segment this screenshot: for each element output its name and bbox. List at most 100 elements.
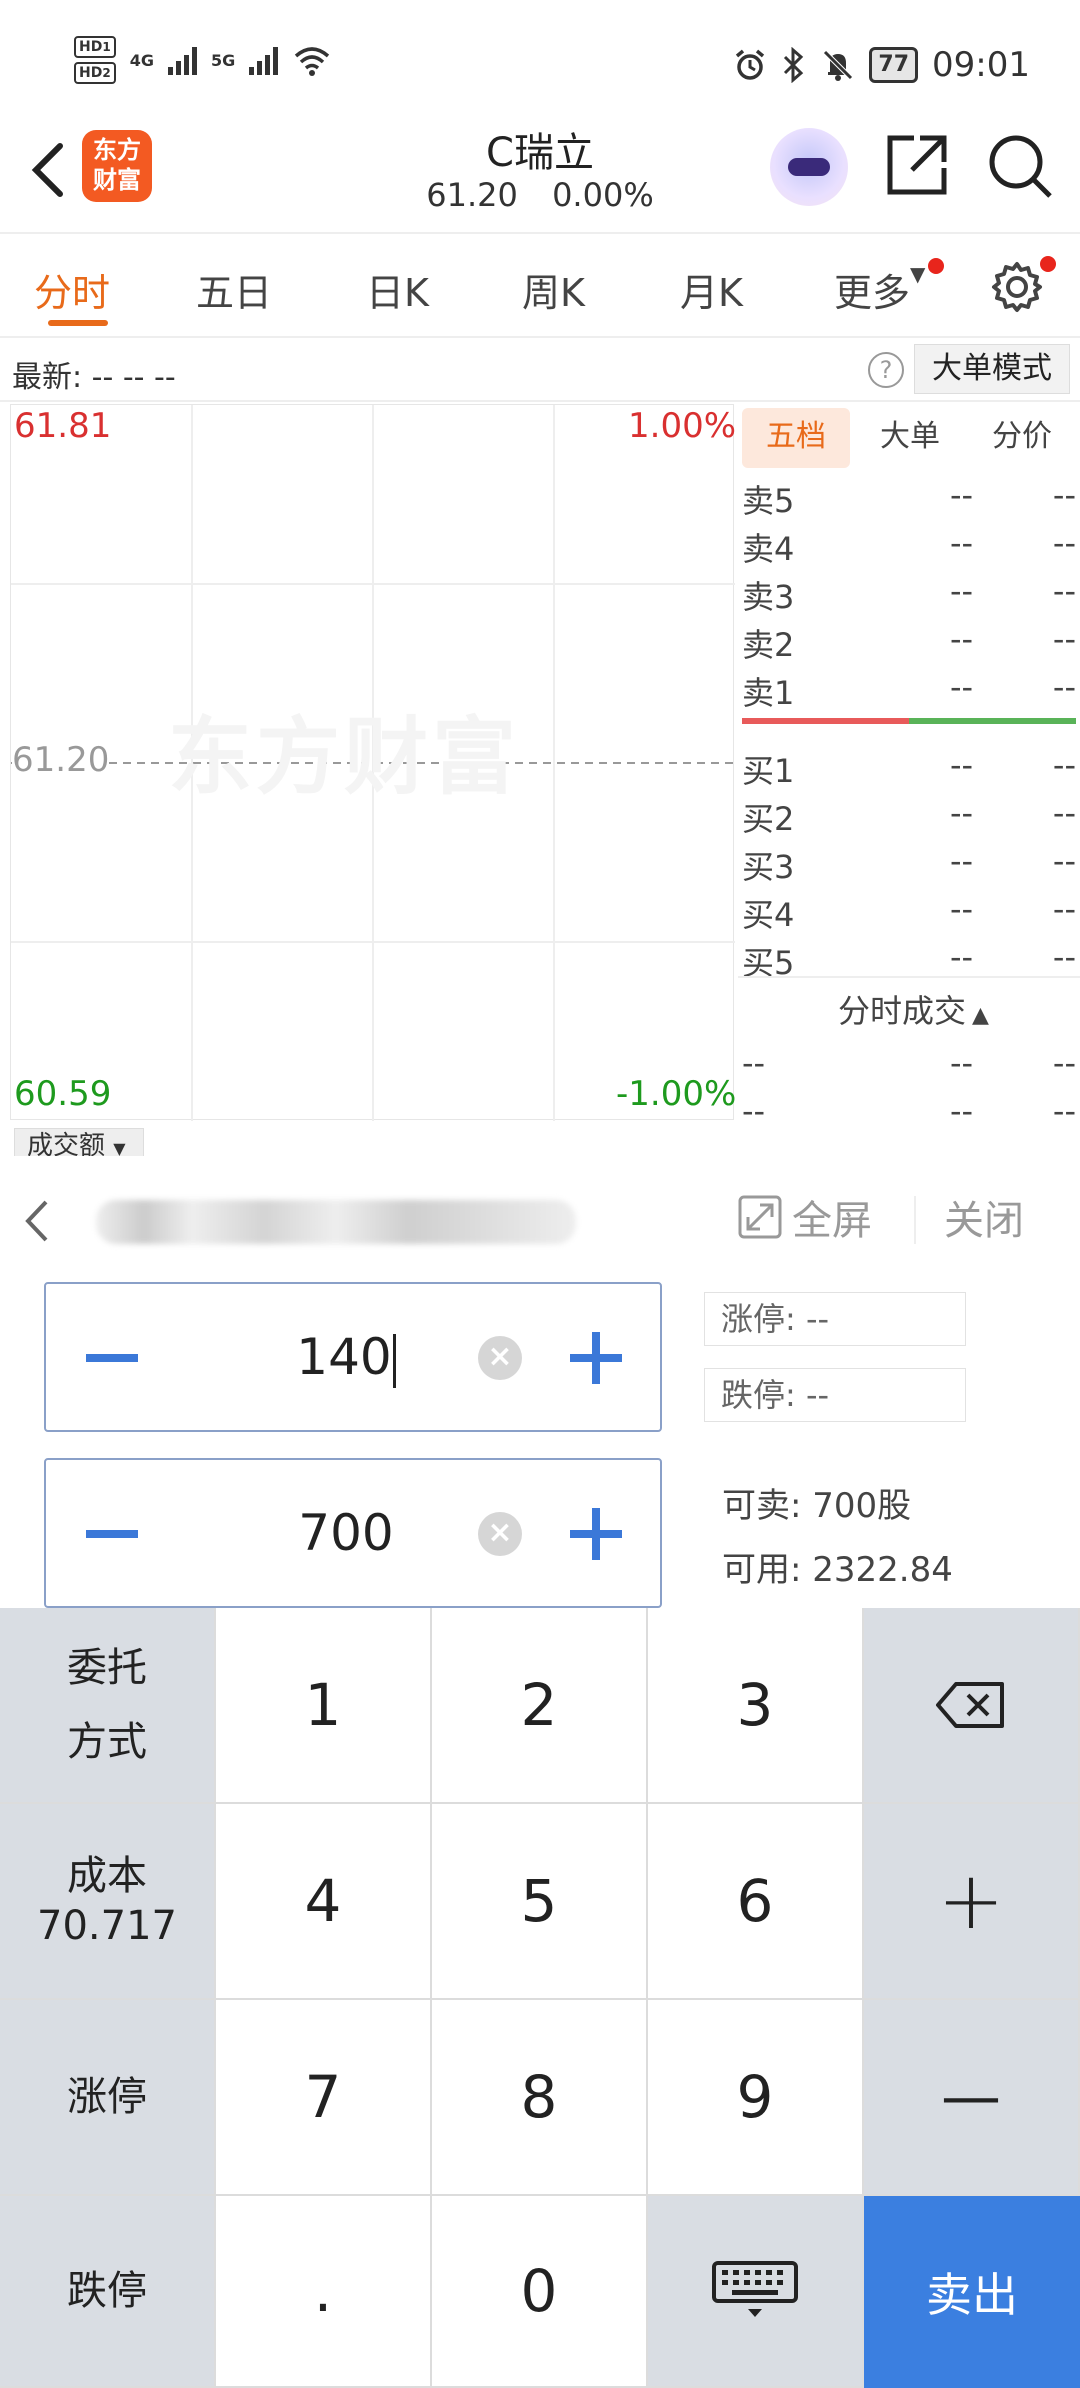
trade-keypad: 委托 方式 1 2 3 成本 70.717 4 5 6 + 涨停 7 8 9 —…: [0, 1608, 1080, 2388]
trade-panel: 全屏 关闭 140 × 700 × 涨停: -- 跌停: -- 可卖: 700股…: [0, 1156, 1080, 1608]
chart-low-price: 60.59: [14, 1074, 112, 1114]
tab-five-day[interactable]: 五日: [196, 262, 272, 317]
backspace-icon: [936, 1682, 1004, 1728]
limit-down-key[interactable]: 跌停: [0, 2196, 216, 2388]
battery-icon: 77: [869, 47, 919, 83]
backspace-key[interactable]: [864, 1608, 1080, 1804]
intraday-trades-toggle[interactable]: 分时成交 ▲: [838, 986, 989, 1032]
cost-key[interactable]: 成本 70.717: [0, 1804, 216, 2000]
panel-divider: [914, 1196, 916, 1244]
available-funds: 可用: 2322.84: [722, 1550, 953, 1590]
back-icon[interactable]: [20, 130, 80, 210]
key-8[interactable]: 8: [432, 2000, 648, 2196]
status-left: HD1 HD2 4G 5G: [74, 32, 332, 88]
bid-ask-divider: [742, 718, 1076, 724]
more-notification-dot: [928, 258, 944, 274]
text-cursor: [392, 1333, 396, 1388]
clear-quantity-icon[interactable]: ×: [478, 1512, 522, 1556]
limit-up-key[interactable]: 涨停: [0, 2000, 216, 2196]
assistant-robot-icon[interactable]: [770, 128, 848, 206]
stock-price: 61.20: [426, 176, 518, 214]
chart-high-price: 61.81: [14, 406, 112, 446]
chart-high-pct: 1.00%: [628, 406, 737, 446]
clock: 09:01: [932, 45, 1030, 85]
key-3[interactable]: 3: [648, 1608, 864, 1804]
chart-low-pct: -1.00%: [616, 1074, 737, 1114]
signal-icon-2: [249, 45, 279, 75]
limit-down-price[interactable]: 跌停: --: [704, 1368, 966, 1422]
sell-row: 卖5 -- --: [742, 476, 1076, 520]
key-decimal[interactable]: .: [216, 2196, 432, 2388]
close-button[interactable]: 关闭: [944, 1188, 1024, 1246]
network-type-1: 4G: [129, 50, 154, 70]
sell-row: 卖1 -- --: [742, 668, 1076, 712]
tab-monthly-k[interactable]: 月K: [680, 262, 743, 317]
order-book-tabs: 五档 大单 分价: [742, 408, 1078, 468]
key-4[interactable]: 4: [216, 1804, 432, 2000]
sell-button[interactable]: 卖出: [864, 2196, 1080, 2388]
app-logo: 东方 财富: [82, 130, 152, 202]
stock-quote: 61.20 0.00%: [370, 176, 710, 214]
key-1[interactable]: 1: [216, 1608, 432, 1804]
hd2-badge: HD2: [74, 62, 116, 84]
help-icon[interactable]: ?: [868, 352, 904, 388]
sell-row: 卖2 -- --: [742, 620, 1076, 664]
keyboard-icon: [712, 2261, 798, 2317]
ob-tab-price-dist[interactable]: 分价: [968, 408, 1076, 468]
chart-mid-price: 61.20: [12, 740, 110, 780]
sellable-shares: 可卖: 700股: [722, 1486, 912, 1526]
key-0[interactable]: 0: [432, 2196, 648, 2388]
latest-value: 最新: -- -- --: [12, 360, 176, 395]
settings-notification-dot: [1040, 256, 1056, 272]
network-type-2: 5G: [210, 50, 236, 70]
hide-keyboard-key[interactable]: [648, 2196, 864, 2388]
price-minus-button[interactable]: [86, 1354, 138, 1362]
quantity-input[interactable]: 700: [246, 1504, 446, 1562]
plus-key[interactable]: +: [864, 1804, 1080, 2000]
buy-row: 买4 -- --: [742, 890, 1076, 934]
blurred-account-info: [96, 1200, 576, 1244]
key-5[interactable]: 5: [432, 1804, 648, 2000]
sell-row: 卖4 -- --: [742, 524, 1076, 568]
caret-up-icon: ▲: [972, 1003, 989, 1028]
big-order-mode-button[interactable]: 大单模式: [914, 344, 1070, 394]
key-7[interactable]: 7: [216, 2000, 432, 2196]
search-icon[interactable]: [986, 132, 1054, 200]
minus-key[interactable]: —: [864, 2000, 1080, 2196]
quantity-minus-button[interactable]: [86, 1530, 138, 1538]
tab-more[interactable]: 更多▼: [834, 262, 925, 317]
watermark: 东方财富: [168, 708, 521, 806]
period-tabs: 分时 五日 日K 周K 月K 更多▼: [0, 232, 1080, 338]
tab-weekly-k[interactable]: 周K: [522, 262, 585, 317]
key-6[interactable]: 6: [648, 1804, 864, 2000]
wifi-icon: [295, 47, 330, 76]
hd1-badge: HD1: [74, 36, 116, 58]
key-2[interactable]: 2: [432, 1608, 648, 1804]
trade-row: -- -- --: [742, 1044, 1076, 1082]
clear-price-icon[interactable]: ×: [478, 1336, 522, 1380]
price-input[interactable]: 140: [246, 1328, 446, 1388]
expand-icon: [738, 1195, 782, 1239]
tab-daily-k[interactable]: 日K: [366, 262, 429, 317]
limit-up-price[interactable]: 涨停: --: [704, 1292, 966, 1346]
panel-back-icon[interactable]: [22, 1196, 52, 1246]
quantity-stepper[interactable]: 700 ×: [44, 1458, 662, 1608]
hd-indicators: HD1 HD2: [74, 36, 116, 84]
price-stepper[interactable]: 140 ×: [44, 1282, 662, 1432]
key-9[interactable]: 9: [648, 2000, 864, 2196]
share-icon[interactable]: [884, 132, 950, 198]
order-book: 五档 大单 分价 卖5 -- -- 卖4 -- -- 卖3 -- -- 卖2 -- -- 卖1-…: [738, 404, 1080, 1156]
alarm-icon: [736, 49, 765, 80]
order-type-key[interactable]: 委托 方式: [0, 1608, 216, 1804]
settings-gear-icon[interactable]: [990, 260, 1044, 314]
tab-intraday[interactable]: 分时: [34, 262, 110, 317]
status-bar: HD1 HD2 4G 5G 77 09:01: [0, 0, 1080, 120]
ob-tab-five-level[interactable]: 五档: [742, 408, 850, 468]
signal-icon-1: [167, 45, 197, 75]
fullscreen-button[interactable]: 全屏: [738, 1188, 872, 1246]
trades-divider: [738, 976, 1080, 978]
status-right: 77 09:01: [733, 40, 1030, 90]
ob-tab-big-order[interactable]: 大单: [856, 408, 964, 468]
active-tab-indicator: [48, 320, 108, 326]
buy-row: 买2 -- --: [742, 794, 1076, 838]
